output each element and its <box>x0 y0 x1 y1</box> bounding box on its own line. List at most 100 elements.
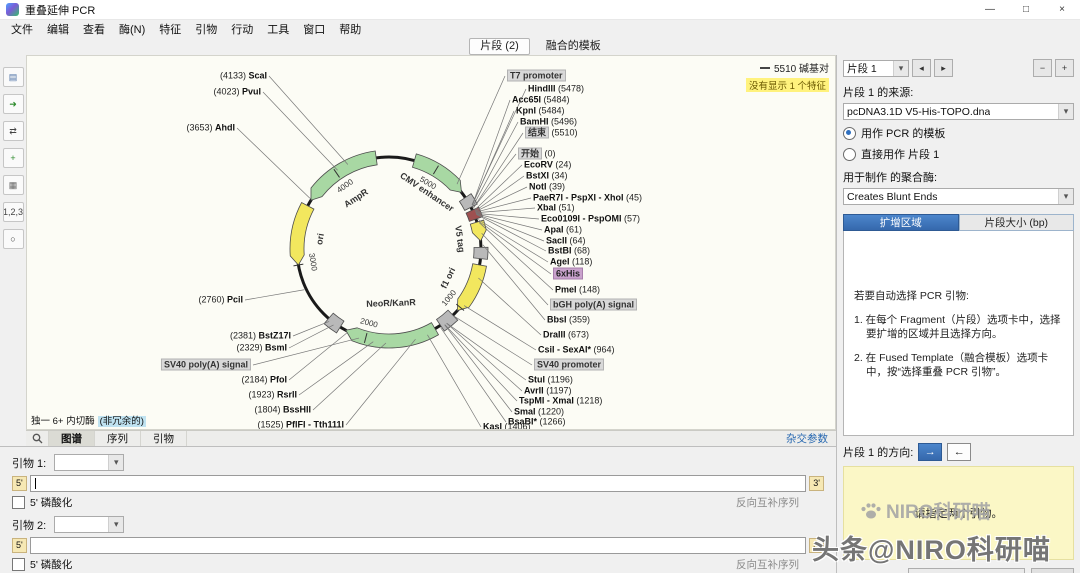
map-label-eco0109i-pspomi[interactable]: Eco0109I - PspOMI (57) <box>541 214 640 225</box>
primer2-revcomp-label[interactable]: 反向互补序列 <box>736 557 799 572</box>
map-label-xbai[interactable]: XbaI (51) <box>537 203 575 214</box>
tab-map[interactable]: 图谱 <box>49 431 95 446</box>
tab-fragments[interactable]: 片段 (2) <box>469 38 530 55</box>
primer1-phosphorylated-checkbox[interactable] <box>12 496 25 509</box>
map-label-site-5510[interactable]: 结束 (5510) <box>525 128 578 139</box>
map-label-agei[interactable]: AgeI (118) <box>550 257 592 268</box>
map-label-pcii[interactable]: (2760) PciI <box>198 295 243 306</box>
primer1-revcomp-label[interactable]: 反向互补序列 <box>736 495 799 510</box>
polymerase-select[interactable]: Creates Blunt Ends <box>843 188 1074 205</box>
remove-fragment-button[interactable]: − <box>1033 59 1052 77</box>
map-label-acc65i[interactable]: Acc65I (5484) <box>512 95 570 106</box>
map-label-bsmi[interactable]: (2329) BsmI <box>236 343 287 354</box>
numbering-icon[interactable]: 1,2,3 <box>3 202 24 222</box>
source-select[interactable]: pcDNA3.1D V5-His-TOPO.dna <box>843 103 1074 120</box>
primer1-sequence-input[interactable] <box>30 475 807 492</box>
map-label-t7-promoter[interactable]: T7 promoter <box>507 71 566 82</box>
radio-template-icon[interactable] <box>843 127 856 140</box>
radio-direct-icon[interactable] <box>843 148 856 161</box>
map-label-pfoi[interactable]: (2184) PfoI <box>241 375 287 386</box>
primer2-phosphorylated-label: 5' 磷酸化 <box>30 557 72 572</box>
next-fragment-button[interactable]: ▸ <box>934 59 953 77</box>
map-label-scai[interactable]: (4133) ScaI <box>220 71 267 82</box>
map-label-bsshii[interactable]: (1804) BssHII <box>254 405 311 416</box>
radio-use-as-template[interactable]: 用作 PCR 的模板 <box>843 125 1074 141</box>
add-fragment-button[interactable]: + <box>1055 59 1074 77</box>
menu-item-tools[interactable]: 工具 <box>260 21 296 37</box>
map-label-bbsi[interactable]: BbsI (359) <box>547 315 590 326</box>
menu-item-enzymes[interactable]: 酶(N) <box>112 21 152 37</box>
map-label-bgh-poly-a-signal[interactable]: bGH poly(A) signal <box>550 300 637 311</box>
menu-item-features[interactable]: 特征 <box>152 21 188 37</box>
direction-forward-button[interactable]: → <box>918 443 942 461</box>
top-tab-row: 片段 (2) 融合的模板 <box>0 38 1080 56</box>
map-label-rsrii[interactable]: (1923) RsrII <box>248 390 297 401</box>
map-label-ecorv[interactable]: EcoRV (24) <box>524 160 571 171</box>
tab-amplified-region[interactable]: 扩增区域 <box>843 214 959 231</box>
window-controls: — □ × <box>972 0 1080 19</box>
maximize-icon[interactable]: □ <box>1008 0 1044 19</box>
edit-map-icon[interactable]: ▤ <box>3 67 24 87</box>
add-remove-icon[interactable]: + <box>3 148 24 168</box>
circular-view-icon[interactable]: ○ <box>3 229 24 249</box>
map-label-pmei[interactable]: PmeI (148) <box>555 285 600 296</box>
hidden-features-badge[interactable]: 没有显示 1 个特征 <box>746 78 829 92</box>
primer2-sequence-input[interactable] <box>30 537 807 554</box>
map-label-pflfi-tth111i[interactable]: (1525) PflFI - Tth111I <box>257 420 344 431</box>
menu-item-window[interactable]: 窗口 <box>296 21 332 37</box>
prev-fragment-button[interactable]: ◂ <box>912 59 931 77</box>
radio-direct-label: 直接用作 片段 1 <box>861 146 939 162</box>
fragment-settings-panel: 片段 1 ◂ ▸ − + 片段 1 的来源: pcDNA3.1D V5-His-… <box>836 55 1080 573</box>
tab-fused-template[interactable]: 融合的模板 <box>536 39 611 54</box>
primer2-3prime-label: 3' <box>809 538 824 553</box>
map-label-site-0[interactable]: 开始 (0) <box>518 149 556 160</box>
map-label-bstz17i[interactable]: (2381) BstZ17I <box>230 331 291 342</box>
radio-use-directly[interactable]: 直接用作 片段 1 <box>843 146 1074 162</box>
map-label-kasi[interactable]: KasI (1406) <box>483 422 531 431</box>
map-label-sv40-promoter[interactable]: SV40 promoter <box>534 360 604 371</box>
map-label-kpni[interactable]: KpnI (5484) <box>516 106 565 117</box>
menu-item-file[interactable]: 文件 <box>4 21 40 37</box>
primer1-options: 5' 磷酸化 反向互补序列 <box>12 495 824 510</box>
pcr-button[interactable]: 聚合酶链反应 (PCR) <box>908 568 1025 573</box>
primer1-select[interactable] <box>54 454 124 471</box>
fragment-subtabs: 扩增区域 片段大小 (bp) <box>843 214 1074 231</box>
menu-item-actions[interactable]: 行动 <box>224 21 260 37</box>
menu-item-edit[interactable]: 编辑 <box>40 21 76 37</box>
tab-sequence[interactable]: 序列 <box>95 431 141 446</box>
map-label-csii-sexai[interactable]: CsiI - SexAI* (964) <box>538 345 615 356</box>
map-label-bstxi[interactable]: BstXI (34) <box>526 171 568 182</box>
menu-item-help[interactable]: 帮助 <box>332 21 368 37</box>
hybridization-params-link[interactable]: 杂交参数 <box>786 431 828 446</box>
export-arrow-icon[interactable]: ➜ <box>3 94 24 114</box>
map-label-noti[interactable]: NotI (39) <box>529 182 565 193</box>
primer1-3prime-label: 3' <box>809 476 824 491</box>
primer2-select[interactable] <box>54 516 124 533</box>
search-icon[interactable] <box>26 431 49 446</box>
map-label-pvui[interactable]: (4023) PvuI <box>213 87 261 98</box>
map-label-draiii[interactable]: DraIII (673) <box>543 330 589 341</box>
cancel-button[interactable]: 取消 <box>1031 568 1074 573</box>
map-label-bstbi[interactable]: BstBI (68) <box>548 246 590 257</box>
minimize-icon[interactable]: — <box>972 0 1008 19</box>
map-label-tspmi-xmai[interactable]: TspMI - XmaI (1218) <box>519 396 602 407</box>
tick-label-3000: 3000 <box>307 253 319 272</box>
map-label-6xhis[interactable]: 6xHis <box>553 269 583 280</box>
close-icon[interactable]: × <box>1044 0 1080 19</box>
direction-reverse-button[interactable]: ← <box>947 443 971 461</box>
map-label-ahdi[interactable]: (3653) AhdI <box>186 123 235 134</box>
fragment-select[interactable]: 片段 1 <box>843 60 909 77</box>
menu-item-view[interactable]: 查看 <box>76 21 112 37</box>
tab-primers[interactable]: 引物 <box>141 431 187 446</box>
align-icon[interactable]: ⇄ <box>3 121 24 141</box>
source-select-value: pcDNA3.1D V5-His-TOPO.dna <box>847 106 990 118</box>
map-label-apai[interactable]: ApaI (61) <box>544 225 582 236</box>
map-label-hindiii[interactable]: HindIII (5478) <box>528 84 584 95</box>
tab-fragment-size[interactable]: 片段大小 (bp) <box>959 214 1075 231</box>
pattern-icon[interactable]: ▦ <box>3 175 24 195</box>
polymerase-select-value: Creates Blunt Ends <box>847 191 937 203</box>
menu-item-primers[interactable]: 引物 <box>188 21 224 37</box>
primer2-phosphorylated-checkbox[interactable] <box>12 558 25 571</box>
map-label-sv40-poly-a-signal[interactable]: SV40 poly(A) signal <box>161 360 251 371</box>
map-label-stui[interactable]: StuI (1196) <box>528 375 573 386</box>
